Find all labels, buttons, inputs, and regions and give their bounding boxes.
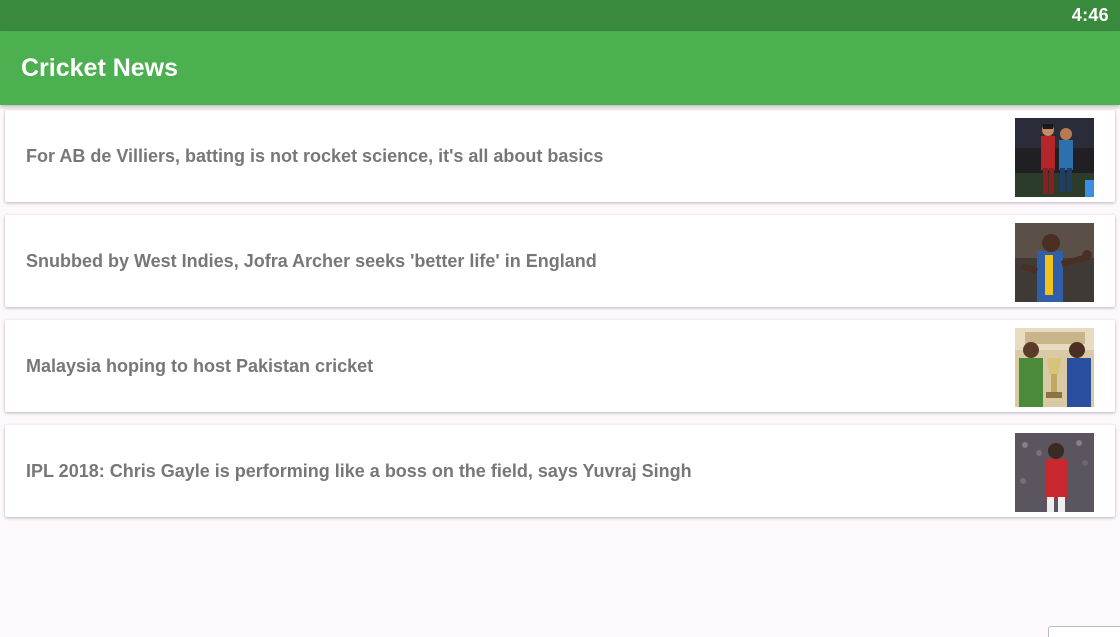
corner-fragment <box>1048 626 1120 637</box>
cricket-players-photo <box>1015 118 1094 197</box>
news-title[interactable]: For AB de Villiers, batting is not rocke… <box>26 146 603 167</box>
news-thumbnail[interactable] <box>1015 118 1094 197</box>
app-title: Cricket News <box>21 54 179 82</box>
news-title[interactable]: Malaysia hoping to host Pakistan cricket <box>26 356 373 377</box>
news-card[interactable]: IPL 2018: Chris Gayle is performing like… <box>5 425 1115 517</box>
bowler-celebrating-photo <box>1015 223 1094 302</box>
news-thumbnail[interactable] <box>1015 433 1094 512</box>
news-card[interactable]: Malaysia hoping to host Pakistan cricket <box>5 320 1115 412</box>
trophy-presentation-photo <box>1015 328 1094 407</box>
news-thumbnail[interactable] <box>1015 223 1094 302</box>
app-bar: Cricket News <box>0 31 1120 105</box>
news-card[interactable]: For AB de Villiers, batting is not rocke… <box>5 110 1115 202</box>
status-bar: 4:46 <box>0 0 1120 31</box>
news-title[interactable]: IPL 2018: Chris Gayle is performing like… <box>26 461 692 482</box>
news-title[interactable]: Snubbed by West Indies, Jofra Archer see… <box>26 251 597 272</box>
news-thumbnail[interactable] <box>1015 328 1094 407</box>
status-time: 4:46 <box>1071 5 1109 25</box>
news-card[interactable]: Snubbed by West Indies, Jofra Archer see… <box>5 215 1115 307</box>
batsman-stadium-photo <box>1015 433 1094 512</box>
